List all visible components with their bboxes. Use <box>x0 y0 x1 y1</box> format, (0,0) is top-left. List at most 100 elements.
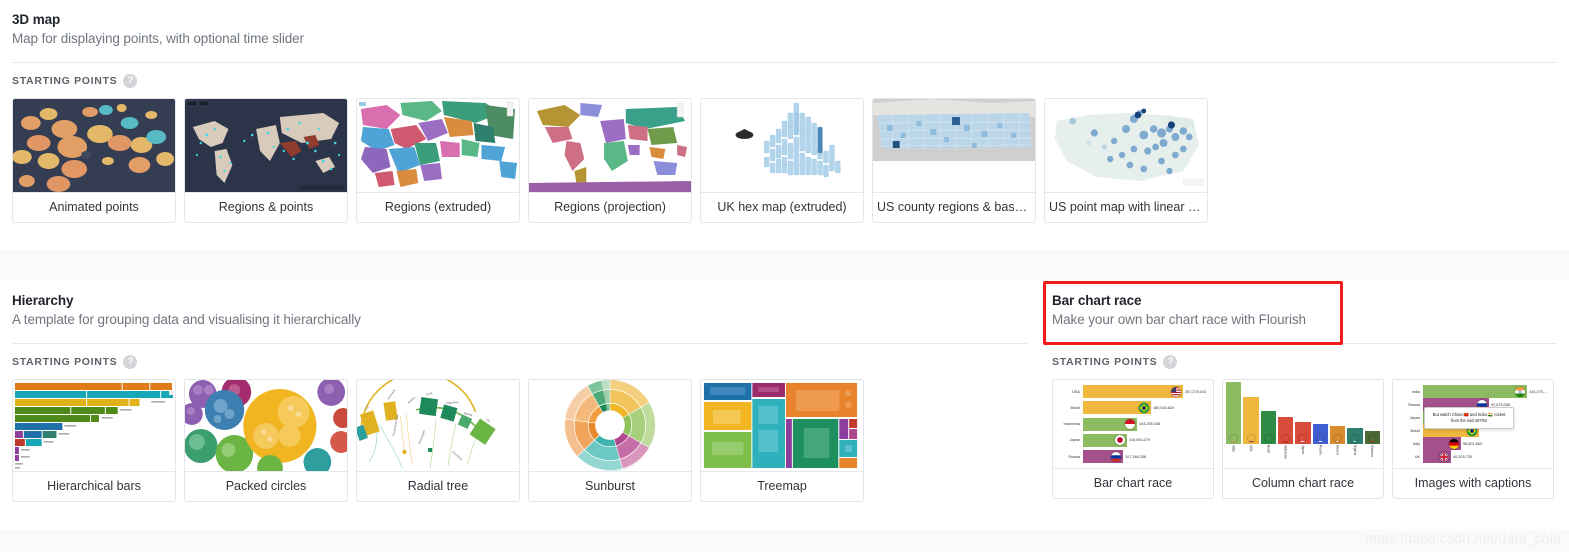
bar-race-chart: USA 267,278,043 Brazil 180,534,620 Indon… <box>1053 380 1213 469</box>
bar-race-row: Italy 56,801,863 <box>1397 437 1549 451</box>
flag-icon-india <box>1514 385 1526 398</box>
bar-race-row: Indonesia 144,255,348 <box>1057 417 1209 431</box>
card-label: Treemap <box>701 471 863 501</box>
help-icon[interactable]: ? <box>123 74 138 89</box>
section-header: Hierarchy A template for grouping data a… <box>0 281 1040 345</box>
thumbnail-images-with-captions: India 143,275,… Russia 92,575,058 Japan … <box>1393 380 1553 469</box>
flag-icon-uk <box>1438 450 1450 463</box>
flag-icon-indonesia <box>1124 418 1136 431</box>
bar-race-label: UK <box>1414 454 1420 459</box>
bar-race-row: Russia 107,348,258 <box>1057 450 1209 464</box>
flag-icon-vietnam <box>1367 434 1377 444</box>
column-race-item: USA <box>1243 397 1259 458</box>
starting-points-header: STARTING POINTS ? <box>0 344 1040 370</box>
template-card-column-chart-race[interactable]: India USA Brazil Indonesia Japan Russia … <box>1222 379 1384 500</box>
bar-race-value: 92,575,058 <box>1491 402 1511 407</box>
column-race-item: Mexico <box>1329 426 1346 458</box>
column-race-item: Russia <box>1312 424 1328 458</box>
bar-race-row: USA 267,278,043 <box>1057 385 1209 399</box>
bar-race-value: 40,203,730 <box>1453 454 1473 459</box>
bar-race-label: Brazil <box>1410 428 1421 433</box>
template-card-sunburst[interactable]: Sunburst <box>528 379 692 503</box>
flag-icon-japan <box>1114 434 1126 447</box>
card-label: Bar chart race <box>1053 468 1213 498</box>
section-header: Bar chart race Make your own bar chart r… <box>1040 281 1569 345</box>
bar-race-value: 116,053,379 <box>1129 438 1150 443</box>
column-race-label: Vietnam <box>1370 445 1375 457</box>
section-description: A template for grouping data and visuali… <box>12 312 361 328</box>
help-icon[interactable]: ? <box>123 355 138 370</box>
column-race-label: Russia <box>1318 445 1323 455</box>
bar-race-value: 56,801,863 <box>1463 441 1483 446</box>
starting-points-label: STARTING POINTS <box>12 356 118 369</box>
thumbnail-packed-circles <box>185 380 347 472</box>
bar-race-label: Brazil <box>1070 405 1081 410</box>
template-card-us-point-linear[interactable]: US point map with linear col… <box>1044 98 1208 224</box>
card-label: Radial tree <box>357 471 519 501</box>
flag-icon-indonesia <box>1281 434 1291 444</box>
card-label: Animated points <box>13 192 175 222</box>
flag-icon-usa <box>1170 385 1182 398</box>
column-race-label: Brazil <box>1266 445 1271 454</box>
flag-icon-nigeria <box>1350 434 1360 444</box>
flag-icon-russia <box>1315 434 1325 444</box>
thumbnail-treemap <box>701 380 863 472</box>
template-card-hierarchical-bars[interactable]: Hierarchical bars <box>12 379 176 503</box>
bar-race-row: Brazil 180,534,620 <box>1057 401 1209 415</box>
template-card-regions-projection[interactable]: Regions (projection) <box>528 98 692 224</box>
template-card-uk-hex-extruded[interactable]: UK hex map (extruded) <box>700 98 864 224</box>
bar-race-label: Japan <box>1069 438 1080 443</box>
section-bar-chart-race: Bar chart race Make your own bar chart r… <box>1040 281 1569 530</box>
card-label: Images with captions <box>1393 468 1553 498</box>
card-grid-3d-map: Animated points Regions & points Regions… <box>0 88 1569 237</box>
card-label: UK hex map (extruded) <box>701 192 863 222</box>
column-race-label: Indonesia <box>1283 445 1288 459</box>
starting-points-header: STARTING POINTS ? <box>0 63 1569 89</box>
column-race-item: Vietnam <box>1364 431 1380 458</box>
flag-icon-germany <box>1448 437 1460 450</box>
section-header: 3D map Map for displaying points, with o… <box>0 0 1569 64</box>
starting-points-label: STARTING POINTS <box>1052 356 1158 369</box>
card-label: Packed circles <box>185 471 347 501</box>
template-card-treemap[interactable]: Treemap <box>700 379 864 503</box>
bar-race-value: 267,278,043 <box>1185 389 1207 394</box>
template-card-bar-chart-race[interactable]: USA 267,278,043 Brazil 180,534,620 Indon… <box>1052 379 1214 500</box>
section-3d-map: 3D map Map for displaying points, with o… <box>0 0 1569 250</box>
card-label: Hierarchical bars <box>13 471 175 501</box>
help-icon[interactable]: ? <box>1163 355 1178 370</box>
card-label: US point map with linear col… <box>1045 192 1207 222</box>
column-race-label: USA <box>1249 445 1253 452</box>
bar-race-label: Russia <box>1408 402 1420 407</box>
template-card-animated-points[interactable]: Animated points <box>12 98 176 224</box>
thumbnail-sunburst <box>529 380 691 472</box>
bar-race-row: Japan 116,053,379 <box>1057 433 1209 447</box>
template-card-regions-extruded[interactable]: Regions (extruded) <box>356 98 520 224</box>
thumbnail-uk-hex-extruded <box>701 99 863 193</box>
column-race-label: India <box>1231 445 1236 452</box>
template-card-images-with-captions[interactable]: India 143,275,… Russia 92,575,058 Japan … <box>1392 379 1554 500</box>
flag-icon-japan <box>1298 434 1308 444</box>
column-race-label: Japan <box>1300 445 1305 454</box>
card-grid-hierarchy: Hierarchical bars Packed circles US Germ… <box>0 369 1040 516</box>
template-card-radial-tree[interactable]: US Germany Austria Chile Argentina Boliv… <box>356 379 520 503</box>
starting-points-label: STARTING POINTS <box>12 75 118 88</box>
section-title: Hierarchy <box>12 293 74 308</box>
template-card-us-county-base[interactable]: US county regions & base map <box>872 98 1036 224</box>
thumbnail-animated-points <box>13 99 175 193</box>
bar-race-value: 180,534,620 <box>1153 405 1175 410</box>
thumbnail-regions-projection <box>529 99 691 193</box>
template-card-regions-points[interactable]: Regions & points <box>184 98 348 224</box>
bar-race-label: Indonesia <box>1063 422 1080 427</box>
card-label: Sunburst <box>529 471 691 501</box>
template-card-packed-circles[interactable]: Packed circles <box>184 379 348 503</box>
thumbnail-radial-tree: US Germany Austria Chile Argentina Boliv… <box>357 380 519 472</box>
flag-icon-mexico <box>1333 434 1343 444</box>
column-race-item: Indonesia <box>1277 417 1294 459</box>
column-race-label: Mexico <box>1335 445 1340 456</box>
thumbnail-hierarchical-bars <box>13 380 175 472</box>
section-title: 3D map <box>12 12 61 27</box>
flag-icon-brazil <box>1138 401 1150 414</box>
column-race-chart: India USA Brazil Indonesia Japan Russia … <box>1223 380 1383 469</box>
thumbnail-bar-chart-race: USA 267,278,043 Brazil 180,534,620 Indon… <box>1053 380 1213 469</box>
thumbnail-regions-points <box>185 99 347 193</box>
